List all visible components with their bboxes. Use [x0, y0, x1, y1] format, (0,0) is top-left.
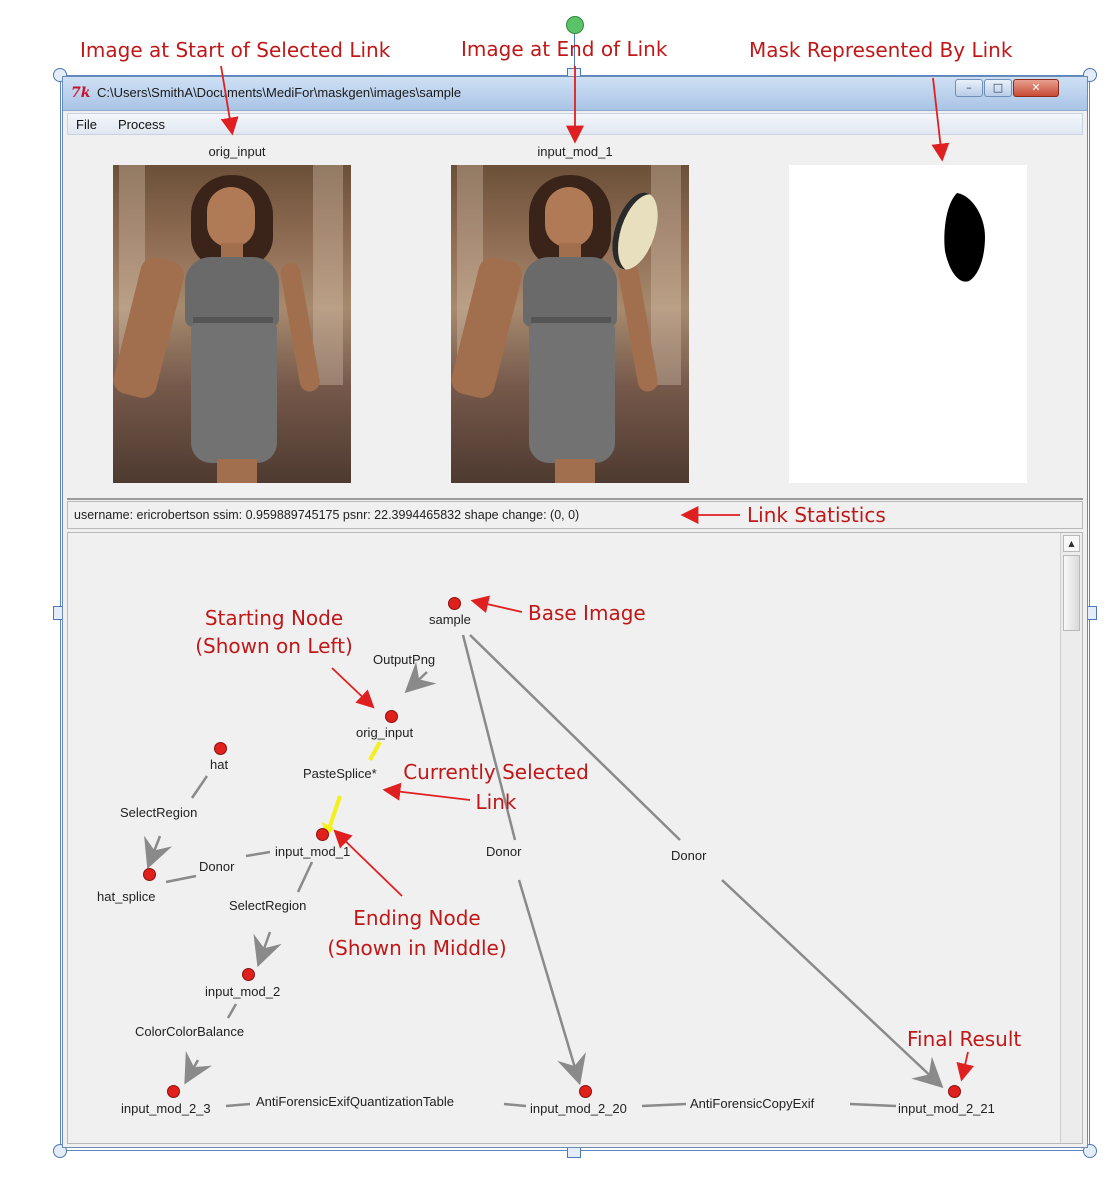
edge-label-selectregion-mod: SelectRegion: [229, 898, 307, 913]
arrow-mask: [931, 77, 950, 162]
edge-label-antiforensic-quant: AntiForensicExifQuantizationTable: [256, 1094, 454, 1109]
callout-ending-node-line2: (Shown in Middle): [327, 936, 507, 960]
callout-ending-node-line1: Ending Node: [353, 906, 481, 930]
edge-label-colorbalance: ColorColorBalance: [135, 1024, 245, 1039]
arrow-starting-node: [331, 667, 375, 709]
edge-antiforensic-mod220[interactable]: [503, 1102, 527, 1108]
callout-base-image: Base Image: [528, 601, 646, 625]
arrow-final-result: [956, 1051, 975, 1082]
node-input-mod-2[interactable]: [242, 968, 255, 981]
node-label-sample: sample: [429, 612, 471, 627]
edge-label-selectregion-hat: SelectRegion: [120, 805, 198, 820]
node-label-input-mod-2-21: input_mod_2_21: [898, 1101, 995, 1116]
edge-donor-right-b[interactable]: [721, 879, 944, 1089]
node-input-mod-1[interactable]: [316, 828, 329, 841]
callout-start-image: Image at Start of Selected Link: [80, 38, 391, 62]
edge-label-pastesplice: PasteSplice*: [303, 766, 377, 781]
edge-label-donor-mid: Donor: [486, 844, 522, 859]
selected-edge-bottom[interactable]: [328, 795, 342, 827]
edge-label-outputpng: OutputPng: [373, 652, 436, 667]
edge-mod23-antiforensic[interactable]: [225, 1102, 251, 1108]
edge-hat-selectregion[interactable]: [190, 775, 209, 799]
edge-donor-mid-b[interactable]: [517, 879, 586, 1086]
node-label-input-mod-2-20: input_mod_2_20: [530, 1101, 627, 1116]
node-orig-input[interactable]: [385, 710, 398, 723]
selected-edge-top[interactable]: [368, 741, 382, 761]
callout-selected-link: Currently Selected Link: [396, 760, 596, 814]
callout-selected-link-line2: Link: [475, 790, 517, 814]
node-label-orig-input: orig_input: [356, 725, 414, 740]
node-label-hat-splice: hat_splice: [97, 889, 156, 904]
node-input-mod-2-21[interactable]: [948, 1085, 961, 1098]
edge-copyexif-mod221[interactable]: [849, 1102, 897, 1108]
node-label-hat: hat: [210, 757, 229, 772]
node-label-input-mod-1: input_mod_1: [275, 844, 351, 859]
edge-donor-input-mod-1[interactable]: [245, 850, 271, 858]
edge-mod220-copyexif[interactable]: [641, 1102, 687, 1108]
node-label-input-mod-2-3: input_mod_2_3: [121, 1101, 211, 1116]
callout-starting-node-line1: Starting Node: [204, 606, 344, 630]
arrow-start-image: [220, 65, 239, 136]
callout-final-result: Final Result: [907, 1027, 1022, 1051]
graph-edges-and-arrows: [144, 65, 975, 1108]
callout-mask: Mask Represented By Link: [749, 38, 1013, 62]
node-sample[interactable]: [448, 597, 461, 610]
node-input-mod-2-20[interactable]: [579, 1085, 592, 1098]
callout-end-image: Image at End of Link: [461, 37, 668, 61]
edge-outputpng[interactable]: [404, 661, 437, 694]
edge-mod2-colorbalance[interactable]: [226, 1003, 238, 1019]
edge-hat-splice-donor[interactable]: [165, 874, 197, 884]
node-input-mod-2-3[interactable]: [167, 1085, 180, 1098]
callout-link-statistics: Link Statistics: [747, 503, 886, 527]
edge-colorbalance-mod23[interactable]: [184, 1051, 213, 1085]
arrow-base-image: [470, 595, 523, 613]
callout-selected-link-line1: Currently Selected: [403, 760, 589, 784]
edge-label-donor-right: Donor: [671, 848, 707, 863]
edge-label-antiforensic-copy: AntiForensicCopyExif: [690, 1096, 815, 1111]
callout-ending-node: Ending Node (Shown in Middle): [317, 906, 517, 960]
callout-starting-node: Starting Node (Shown on Left): [194, 606, 354, 658]
node-hat[interactable]: [214, 742, 227, 755]
node-label-input-mod-2: input_mod_2: [205, 984, 281, 999]
edge-label-donor-hat: Donor: [199, 859, 235, 874]
arrow-ending-node: [333, 829, 403, 897]
node-hat-splice[interactable]: [143, 868, 156, 881]
callout-starting-node-line2: (Shown on Left): [195, 634, 353, 658]
edge-selectregion-mod2[interactable]: [253, 931, 282, 968]
edge-mod1-selectregion[interactable]: [296, 861, 314, 893]
edge-selectregion-hat-splice[interactable]: [144, 835, 173, 870]
